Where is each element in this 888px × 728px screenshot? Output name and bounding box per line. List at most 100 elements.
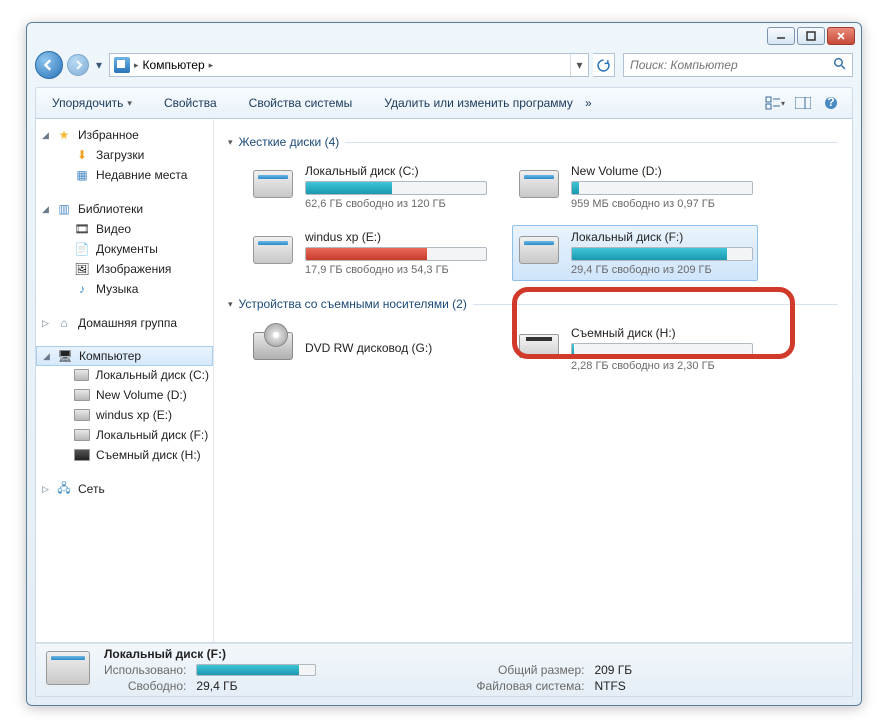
usage-bar <box>571 343 753 357</box>
history-dropdown[interactable]: ▾ <box>93 58 105 72</box>
network-node[interactable]: ▷🖧Сеть <box>36 479 213 499</box>
drive-label: New Volume (D:) <box>571 164 753 178</box>
status-total-label: Общий размер: <box>476 663 584 677</box>
disk-icon <box>74 389 90 401</box>
content-area: ▾Жесткие диски (4) Локальный диск (C:) 6… <box>214 119 852 642</box>
status-usage-bar <box>196 664 316 676</box>
disk-icon <box>74 449 90 461</box>
disk-icon <box>74 409 90 421</box>
tree-disk-f[interactable]: Локальный диск (F:) <box>36 425 213 445</box>
drive-label: Локальный диск (F:) <box>571 230 753 244</box>
tree-disk-e[interactable]: windus xp (E:) <box>36 405 213 425</box>
drive-free-text: 17,9 ГБ свободно из 54,3 ГБ <box>305 264 487 276</box>
navigation-pane: ◢★Избранное ⬇Загрузки ▦Недавние места ◢▥… <box>36 119 214 642</box>
usage-bar <box>571 181 753 195</box>
crumb-computer[interactable]: Компьютер ▸ <box>139 54 218 76</box>
toolbar: Упорядочить ▾ Свойства Свойства системы … <box>35 87 853 119</box>
status-free-label: Свободно: <box>104 679 186 693</box>
group-removable[interactable]: ▾Устройства со съемными носителями (2) <box>228 297 838 311</box>
organize-menu[interactable]: Упорядочить ▾ <box>46 92 138 114</box>
hdd-icon <box>46 651 90 685</box>
drive-d[interactable]: New Volume (D:) 959 МБ свободно из 0,97 … <box>512 159 758 215</box>
drive-free-text: 62,6 ГБ свободно из 120 ГБ <box>305 198 487 210</box>
music-icon: ♪ <box>74 281 90 297</box>
preview-pane-button[interactable] <box>792 93 814 113</box>
view-mode-button[interactable]: ▾ <box>764 93 786 113</box>
drive-label: DVD RW дисковод (G:) <box>305 341 432 355</box>
search-icon <box>833 57 846 73</box>
chevron-right-icon: ▸ <box>209 60 214 71</box>
disk-icon <box>74 369 89 381</box>
libraries-node[interactable]: ◢▥Библиотеки <box>36 199 213 219</box>
navbar: ▾ ▸ Компьютер ▸ ▾ <box>35 49 853 81</box>
library-icon: ▥ <box>56 201 72 217</box>
search-input[interactable] <box>630 58 833 72</box>
group-hard-disks[interactable]: ▾Жесткие диски (4) <box>228 135 838 149</box>
status-free-val: 29,4 ГБ <box>196 679 316 693</box>
usage-bar <box>571 247 753 261</box>
drive-g[interactable]: DVD RW дисковод (G:) <box>246 321 492 377</box>
document-icon: 📄 <box>74 241 90 257</box>
status-fs-val: NTFS <box>594 679 632 693</box>
tree-disk-h[interactable]: Съемный диск (H:) <box>36 445 213 465</box>
back-button[interactable] <box>35 51 63 79</box>
network-icon: 🖧 <box>56 481 72 497</box>
explorer-window: ▾ ▸ Компьютер ▸ ▾ Упорядочить ▾ Свойства … <box>26 22 862 706</box>
uninstall-button[interactable]: Удалить или изменить программу <box>378 92 579 114</box>
tree-videos[interactable]: 🎞Видео <box>36 219 213 239</box>
recent-icon: ▦ <box>74 167 90 183</box>
usb-icon <box>519 334 559 358</box>
hdd-icon <box>253 236 293 264</box>
computer-icon <box>114 57 130 73</box>
drive-label: windus xp (E:) <box>305 230 487 244</box>
tree-documents[interactable]: 📄Документы <box>36 239 213 259</box>
status-total-val: 209 ГБ <box>594 663 632 677</box>
status-name: Локальный диск (F:) <box>104 647 316 661</box>
close-button[interactable] <box>827 27 855 45</box>
tree-recent[interactable]: ▦Недавние места <box>36 165 213 185</box>
star-icon: ★ <box>56 127 72 143</box>
tree-music[interactable]: ♪Музыка <box>36 279 213 299</box>
address-dropdown[interactable]: ▾ <box>570 54 588 76</box>
drive-free-text: 2,28 ГБ свободно из 2,30 ГБ <box>571 360 753 372</box>
disk-icon <box>74 429 90 441</box>
minimize-button[interactable] <box>767 27 795 45</box>
drive-free-text: 959 МБ свободно из 0,97 ГБ <box>571 198 753 210</box>
usage-bar <box>305 181 487 195</box>
hdd-icon <box>519 170 559 198</box>
homegroup-node[interactable]: ▷⌂Домашняя группа <box>36 313 213 333</box>
drive-f[interactable]: Локальный диск (F:) 29,4 ГБ свободно из … <box>512 225 758 281</box>
titlebar <box>27 23 861 49</box>
hdd-icon <box>253 170 293 198</box>
dvd-icon <box>253 332 293 360</box>
status-fs-label: Файловая система: <box>476 679 584 693</box>
favorites-node[interactable]: ◢★Избранное <box>36 125 213 145</box>
drive-free-text: 29,4 ГБ свободно из 209 ГБ <box>571 264 753 276</box>
drive-e[interactable]: windus xp (E:) 17,9 ГБ свободно из 54,3 … <box>246 225 492 281</box>
computer-node[interactable]: ◢🖥Компьютер <box>36 346 213 366</box>
drive-label: Съемный диск (H:) <box>571 326 753 340</box>
tree-downloads[interactable]: ⬇Загрузки <box>36 145 213 165</box>
refresh-button[interactable] <box>593 53 615 77</box>
tree-pictures[interactable]: 🖼Изображения <box>36 259 213 279</box>
download-icon: ⬇ <box>74 147 90 163</box>
drive-h[interactable]: Съемный диск (H:) 2,28 ГБ свободно из 2,… <box>512 321 758 377</box>
hdd-icon <box>519 236 559 264</box>
search-box[interactable] <box>623 53 853 77</box>
crumb-label: Компьютер <box>143 58 205 72</box>
drive-c[interactable]: Локальный диск (C:) 62,6 ГБ свободно из … <box>246 159 492 215</box>
properties-button[interactable]: Свойства <box>158 92 223 114</box>
forward-button[interactable] <box>67 54 89 76</box>
tree-disk-c[interactable]: Локальный диск (C:) <box>36 365 213 385</box>
homegroup-icon: ⌂ <box>56 315 72 331</box>
maximize-button[interactable] <box>797 27 825 45</box>
usage-bar <box>305 247 487 261</box>
status-used-label: Использовано: <box>104 663 186 677</box>
help-button[interactable]: ? <box>820 93 842 113</box>
video-icon: 🎞 <box>74 221 90 237</box>
address-bar[interactable]: ▸ Компьютер ▸ ▾ <box>109 53 589 77</box>
picture-icon: 🖼 <box>74 261 90 277</box>
computer-icon: 🖥 <box>57 348 73 364</box>
tree-disk-d[interactable]: New Volume (D:) <box>36 385 213 405</box>
system-properties-button[interactable]: Свойства системы <box>243 92 359 114</box>
